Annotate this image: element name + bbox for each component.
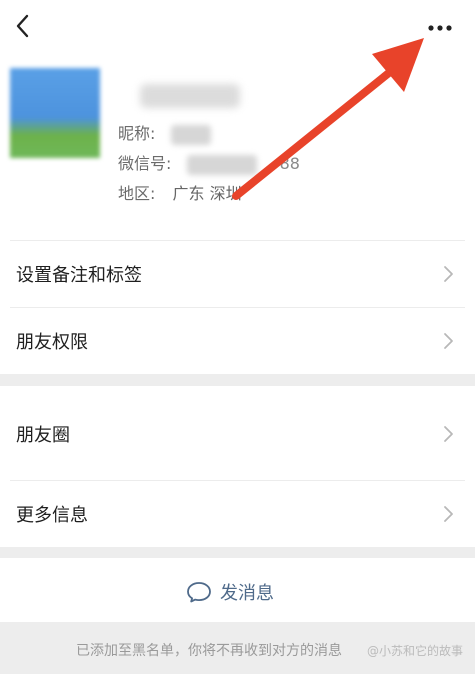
- chat-bubble-icon: [187, 582, 211, 603]
- region-label: 地区:: [118, 184, 156, 203]
- menu-item-remark-tags[interactable]: 设置备注和标签: [0, 241, 475, 307]
- region-line: 地区: 广东 深圳: [118, 180, 242, 204]
- wechat-id-label: 微信号:: [118, 154, 172, 173]
- send-message-content: 发消息: [186, 578, 274, 606]
- blacklist-notice-text: 已添加至黑名单，你将不再收到对方的消息: [76, 643, 342, 659]
- nickname-label: 昵称:: [118, 124, 156, 143]
- menu-item-moments[interactable]: 朋友圈: [0, 398, 475, 470]
- watermark-text: @小苏和它的故事: [366, 644, 463, 658]
- avatar[interactable]: [10, 68, 100, 158]
- back-button[interactable]: [10, 12, 38, 40]
- chevron-right-icon: [444, 426, 453, 442]
- send-message-button[interactable]: 发消息: [0, 558, 475, 622]
- menu-item-more-info[interactable]: 更多信息: [0, 481, 475, 547]
- blacklist-notice: 已添加至黑名单，你将不再收到对方的消息 @小苏和它的故事: [0, 622, 475, 674]
- display-name-blurred: [140, 84, 240, 108]
- top-bar: [0, 0, 475, 56]
- chevron-right-icon: [444, 506, 453, 522]
- more-options-button[interactable]: [423, 16, 457, 40]
- chevron-right-icon: [444, 266, 453, 282]
- wechat-id-line: 微信号: 88: [118, 150, 300, 175]
- wechat-id-value-blurred: [186, 154, 257, 175]
- menu-item-label: 更多信息: [16, 505, 88, 526]
- menu-item-friend-permissions[interactable]: 朋友权限: [0, 308, 475, 374]
- chevron-right-icon: [444, 333, 453, 349]
- region-value: 广东 深圳: [172, 184, 242, 203]
- menu-item-label: 朋友圈: [16, 425, 70, 446]
- chevron-left-icon: [16, 14, 29, 38]
- wechat-id-tail: 88: [279, 154, 300, 173]
- section-gap: [0, 547, 475, 558]
- profile-header: 昵称: 微信号: 88 地区: 广东 深圳: [0, 56, 475, 240]
- menu-item-label: 设置备注和标签: [16, 265, 142, 286]
- menu-item-label: 朋友权限: [16, 332, 88, 353]
- nickname-line: 昵称:: [118, 120, 211, 145]
- more-horizontal-icon: [428, 25, 452, 31]
- section-gap: [0, 374, 475, 386]
- nickname-value-blurred: [170, 124, 211, 145]
- send-message-label: 发消息: [220, 583, 274, 604]
